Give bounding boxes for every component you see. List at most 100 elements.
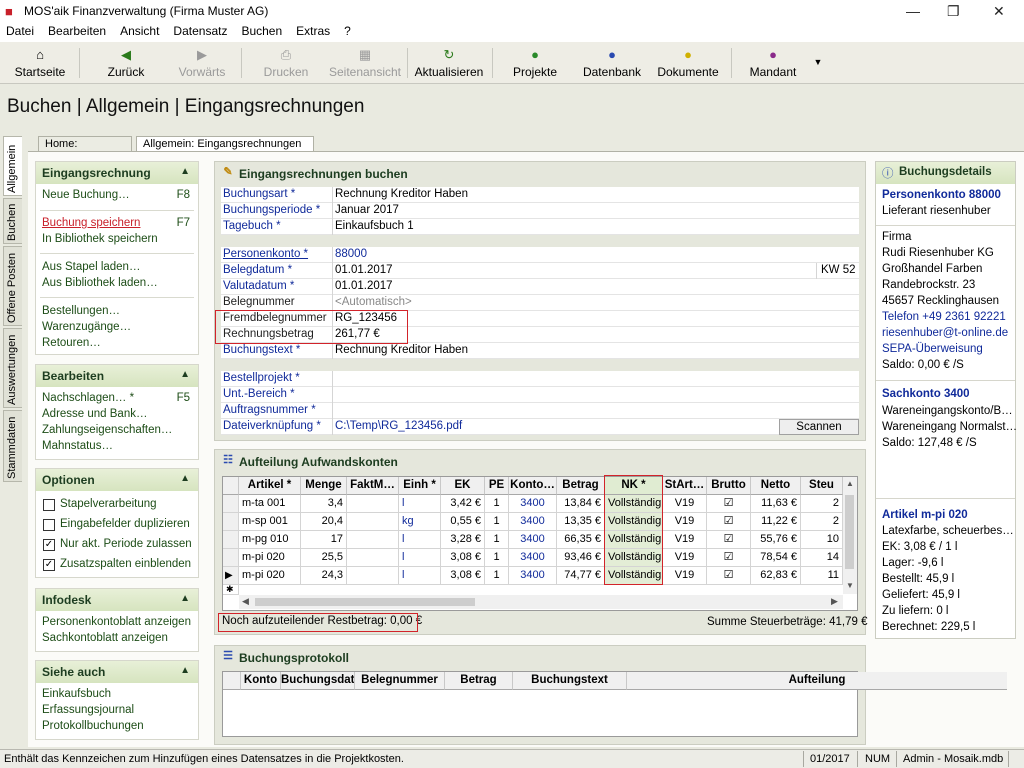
cell-start[interactable]: V19 <box>663 495 707 513</box>
cell-menge[interactable]: 3,4 <box>301 495 347 513</box>
menu-buchen[interactable]: Buchen <box>241 24 282 42</box>
projekte-button[interactable]: ● Projekte <box>505 42 565 84</box>
menu-bearbeiten[interactable]: Bearbeiten <box>48 24 106 42</box>
horizontal-scrollbar[interactable]: ◀ ▶ <box>239 595 843 609</box>
cell-pe[interactable]: 1 <box>485 495 509 513</box>
cell-konto[interactable]: 3400 <box>509 531 557 549</box>
neue-buchung-link[interactable]: Neue Buchung… <box>42 189 130 201</box>
panel-optionen-header[interactable]: Optionen ▲ <box>36 469 198 491</box>
seitenansicht-button[interactable]: ▦ Seitenansicht <box>326 42 404 84</box>
col-artikel[interactable]: Artikel * <box>239 477 301 495</box>
minimize-icon[interactable]: — <box>906 3 920 19</box>
buchungsart-value[interactable]: Rechnung Kreditor Haben <box>335 188 468 200</box>
col-einh[interactable]: Einh * <box>399 477 441 495</box>
cell-faktm[interactable] <box>347 531 399 549</box>
menu-datei[interactable]: Datei <box>6 24 34 42</box>
cell-artikel[interactable]: m-ta 001 <box>239 495 301 513</box>
row-selector[interactable] <box>223 513 239 531</box>
field-personenkonto[interactable]: Personenkonto * 88000 <box>221 247 859 263</box>
pcol-konto[interactable]: Konto <box>241 672 281 690</box>
cell-start[interactable]: V19 <box>663 567 707 585</box>
collapse-icon[interactable]: ▲ <box>180 593 190 604</box>
collapse-icon[interactable]: ▲ <box>180 665 190 676</box>
cell-artikel[interactable]: m-sp 001 <box>239 513 301 531</box>
mahnstatus-link[interactable]: Mahnstatus… <box>42 440 113 452</box>
row-selector[interactable] <box>223 549 239 567</box>
mandant-dropdown-button[interactable]: ▼ <box>810 42 826 84</box>
cell-betrag[interactable]: 66,35 € <box>557 531 605 549</box>
belegnummer-value[interactable]: <Automatisch> <box>335 296 412 308</box>
tagebuch-value[interactable]: Einkaufsbuch 1 <box>335 220 414 232</box>
cell-steu[interactable]: 2 <box>801 495 843 513</box>
cell-pe[interactable]: 1 <box>485 549 509 567</box>
vorwaerts-button[interactable]: ▶ Vorwärts <box>170 42 234 84</box>
cell-einh[interactable]: l <box>399 549 441 567</box>
cell-ek[interactable]: 0,55 € <box>441 513 485 531</box>
cell-betrag[interactable]: 13,35 € <box>557 513 605 531</box>
cell-steu[interactable]: 11 <box>801 567 843 585</box>
cell-pe[interactable]: 1 <box>485 513 509 531</box>
cell-konto[interactable]: 3400 <box>509 549 557 567</box>
personenkontoblatt-link[interactable]: Personenkontoblatt anzeigen <box>42 616 191 628</box>
nachschlagen-link[interactable]: Nachschlagen… * <box>42 392 134 404</box>
menu-extras[interactable]: Extras <box>296 24 330 42</box>
col-netto[interactable]: Netto <box>751 477 801 495</box>
pcol-aufteilung[interactable]: Aufteilung <box>627 672 1007 690</box>
cell-konto[interactable]: 3400 <box>509 495 557 513</box>
cell-steu[interactable]: 2 <box>801 513 843 531</box>
cell-konto[interactable]: 3400 <box>509 513 557 531</box>
panel-bearbeiten-header[interactable]: Bearbeiten ▲ <box>36 365 198 387</box>
side-tab-offene-posten[interactable]: Offene Posten <box>3 246 22 326</box>
cell-netto[interactable]: 11,63 € <box>751 495 801 513</box>
cell-pe[interactable]: 1 <box>485 567 509 585</box>
pcol-buchungsdatum[interactable]: Buchungsdatum <box>281 672 355 690</box>
valutadatum-value[interactable]: 01.01.2017 <box>335 280 393 292</box>
cell-brutto[interactable]: ☑ <box>707 495 751 513</box>
collapse-icon[interactable]: ▲ <box>180 166 190 177</box>
protokollbuchungen-link[interactable]: Protokollbuchungen <box>42 720 144 732</box>
cell-netto[interactable]: 78,54 € <box>751 549 801 567</box>
cell-start[interactable]: V19 <box>663 513 707 531</box>
cell-ek[interactable]: 3,42 € <box>441 495 485 513</box>
col-faktm[interactable]: FaktM… <box>347 477 399 495</box>
col-start[interactable]: StArt… <box>663 477 707 495</box>
cell-einh[interactable]: l <box>399 495 441 513</box>
mandant-button[interactable]: ● Mandant <box>742 42 804 84</box>
periode-value[interactable]: Januar 2017 <box>335 204 399 216</box>
horizontal-scroll-thumb[interactable] <box>255 598 475 606</box>
field-auftragsnummer[interactable]: Auftragsnummer * <box>221 403 859 419</box>
belegdatum-value[interactable]: 01.01.2017 <box>335 264 393 276</box>
scannen-button[interactable]: Scannen <box>779 419 859 435</box>
cell-brutto[interactable]: ☑ <box>707 513 751 531</box>
zusatzspalten-checkbox[interactable]: ✓ <box>43 559 55 571</box>
nur-akt-periode-checkbox[interactable]: ✓ <box>43 539 55 551</box>
adresse-bank-link[interactable]: Adresse und Bank… <box>42 408 147 420</box>
cell-konto[interactable]: 3400 <box>509 567 557 585</box>
cell-betrag[interactable]: 13,84 € <box>557 495 605 513</box>
retouren-link[interactable]: Retouren… <box>42 337 101 349</box>
collapse-icon[interactable]: ▲ <box>180 369 190 380</box>
pcol-belegnummer[interactable]: Belegnummer <box>355 672 445 690</box>
cell-einh[interactable]: l <box>399 531 441 549</box>
field-dateiverknuepfung[interactable]: Dateiverknüpfung * C:\Temp\RG_123456.pdf <box>221 419 859 435</box>
menu-help[interactable]: ? <box>344 24 351 42</box>
startseite-button[interactable]: ⌂ Startseite <box>6 42 74 84</box>
cell-menge[interactable]: 17 <box>301 531 347 549</box>
vertical-scroll-thumb[interactable] <box>845 495 854 569</box>
cell-artikel[interactable]: m-pg 010 <box>239 531 301 549</box>
field-buchungsart[interactable]: Buchungsart * Rechnung Kreditor Haben <box>221 187 859 203</box>
cell-ek[interactable]: 3,08 € <box>441 567 485 585</box>
side-tab-allgemein[interactable]: Allgemein <box>3 136 22 196</box>
cell-faktm[interactable] <box>347 513 399 531</box>
cell-menge[interactable]: 20,4 <box>301 513 347 531</box>
field-buchungsperiode[interactable]: Buchungsperiode * Januar 2017 <box>221 203 859 219</box>
artikel-link[interactable]: Artikel m-pi 020 <box>882 509 968 521</box>
row-selector[interactable] <box>223 495 239 513</box>
cell-einh[interactable]: l <box>399 567 441 585</box>
cell-artikel[interactable]: m-pi 020 <box>239 549 301 567</box>
sepa-link[interactable]: SEPA-Überweisung <box>882 343 983 355</box>
col-brutto[interactable]: Brutto <box>707 477 751 495</box>
cell-start[interactable]: V19 <box>663 549 707 567</box>
field-bestellprojekt[interactable]: Bestellprojekt * <box>221 371 859 387</box>
menu-datensatz[interactable]: Datensatz <box>173 24 227 42</box>
